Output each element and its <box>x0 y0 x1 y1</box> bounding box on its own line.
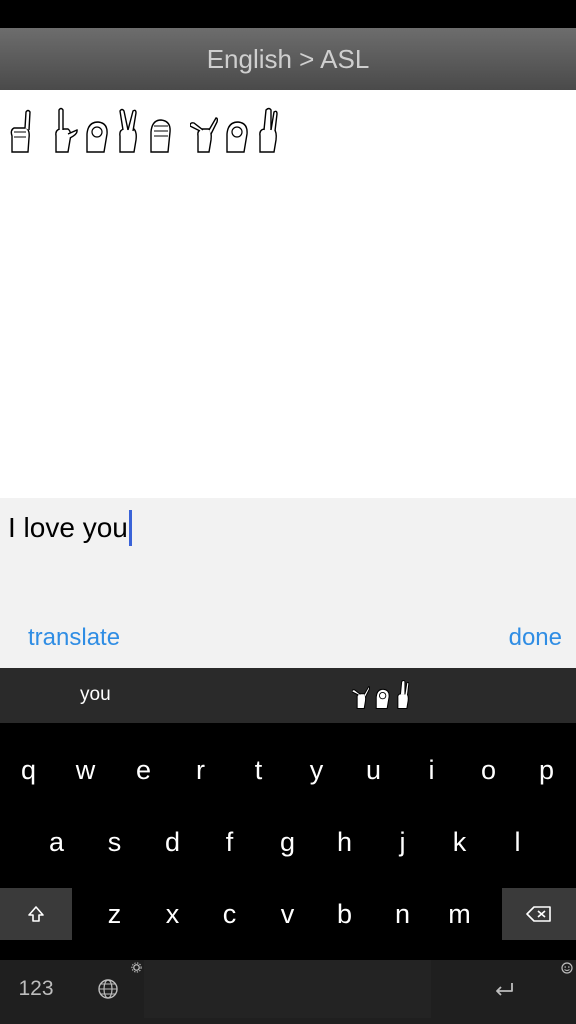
key-b[interactable]: b <box>316 886 373 942</box>
asl-hand-e-icon <box>150 119 171 153</box>
key-a[interactable]: a <box>28 814 85 870</box>
page-title: English > ASL <box>206 43 370 74</box>
navigation-bar: English > ASL <box>0 28 576 90</box>
keyboard: q w e r t y u i o p a s d f g h j k l z … <box>0 723 576 1024</box>
suggestion-word[interactable]: you <box>80 684 111 706</box>
suggestion-asl-sign[interactable] <box>352 678 415 712</box>
key-o[interactable]: o <box>460 742 517 798</box>
asl-hand-v-icon <box>119 108 137 153</box>
key-u[interactable]: u <box>345 742 402 798</box>
key-e[interactable]: e <box>115 742 172 798</box>
english-text-input[interactable]: I love you <box>8 510 132 546</box>
key-f[interactable]: f <box>201 814 258 870</box>
key-v[interactable]: v <box>259 886 316 942</box>
emoji-icon <box>561 962 573 974</box>
gear-icon <box>131 962 142 973</box>
done-button[interactable]: done <box>509 624 562 652</box>
delete-key[interactable] <box>502 888 576 940</box>
delete-icon <box>526 906 551 922</box>
asl-hand-o-icon <box>226 121 248 153</box>
shift-key[interactable] <box>0 888 72 940</box>
key-z[interactable]: z <box>86 886 143 942</box>
key-g[interactable]: g <box>259 814 316 870</box>
shift-icon <box>28 906 44 922</box>
return-key[interactable] <box>431 960 576 1018</box>
key-p[interactable]: p <box>518 742 575 798</box>
asl-word-love <box>50 106 178 156</box>
space-key[interactable] <box>144 960 431 1018</box>
key-w[interactable]: w <box>57 742 114 798</box>
text-caret <box>128 510 132 546</box>
asl-word-you <box>190 106 286 156</box>
asl-hand-y-icon <box>352 686 370 710</box>
asl-hand-l-icon <box>55 107 78 153</box>
key-x[interactable]: x <box>144 886 201 942</box>
status-bar <box>0 0 576 28</box>
key-q[interactable]: q <box>0 742 57 798</box>
globe-icon <box>98 979 118 999</box>
key-c[interactable]: c <box>201 886 258 942</box>
key-i[interactable]: i <box>403 742 460 798</box>
return-icon <box>495 983 513 996</box>
globe-key[interactable] <box>72 960 144 1018</box>
suggestion-bar: you <box>0 668 576 723</box>
asl-hand-y-icon <box>190 117 218 153</box>
input-value: I love you <box>8 512 128 543</box>
key-d[interactable]: d <box>144 814 201 870</box>
asl-sign-row <box>6 104 286 156</box>
asl-hand-u-icon <box>259 107 278 153</box>
asl-word-i <box>6 106 38 156</box>
asl-hand-u-icon <box>397 680 410 710</box>
key-n[interactable]: n <box>374 886 431 942</box>
asl-output-area <box>0 90 576 498</box>
key-r[interactable]: r <box>172 742 229 798</box>
key-t[interactable]: t <box>230 742 287 798</box>
asl-hand-i-icon <box>10 109 31 153</box>
text-input-area[interactable]: I love you translate done <box>0 498 576 668</box>
asl-hand-o-icon <box>86 121 108 153</box>
key-j[interactable]: j <box>374 814 431 870</box>
key-h[interactable]: h <box>316 814 373 870</box>
key-s[interactable]: s <box>86 814 143 870</box>
key-l[interactable]: l <box>489 814 546 870</box>
asl-hand-o-icon <box>375 688 390 710</box>
key-y[interactable]: y <box>288 742 345 798</box>
numbers-key[interactable]: 123 <box>0 960 72 1018</box>
keyboard-bottom-row: 123 <box>0 960 576 1024</box>
key-k[interactable]: k <box>431 814 488 870</box>
translate-button[interactable]: translate <box>28 624 120 652</box>
key-m[interactable]: m <box>431 886 488 942</box>
